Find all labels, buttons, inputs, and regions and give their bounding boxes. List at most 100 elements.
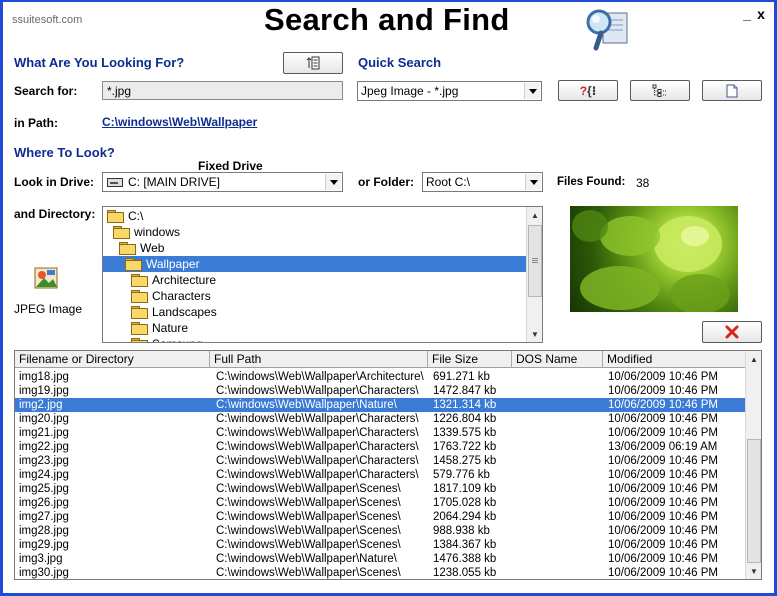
tree-item[interactable]: Architecture — [103, 272, 216, 288]
table-row[interactable]: img29.jpg C:\windows\Web\Wallpaper\Scenes… — [15, 538, 746, 552]
tree-item[interactable]: C:\ — [103, 208, 143, 224]
scroll-down-arrow[interactable]: ▼ — [746, 563, 761, 579]
table-row[interactable]: img30.jpg C:\windows\Web\Wallpaper\Scenes… — [15, 566, 746, 579]
tree-list-button[interactable] — [630, 80, 690, 101]
cell-file-size: 1763.722 kb — [433, 441, 497, 453]
tree-item[interactable]: Wallpaper — [103, 256, 526, 272]
chevron-down-icon — [524, 83, 540, 99]
cell-file-size: 1458.275 kb — [433, 455, 497, 467]
results-list[interactable]: Filename or Directory Full Path File Siz… — [14, 350, 762, 580]
table-row[interactable]: img22.jpg C:\windows\Web\Wallpaper\Charac… — [15, 440, 746, 454]
cell-filename: img25.jpg — [19, 483, 69, 495]
directory-tree[interactable]: C:\ windows Web Wallpaper Architecture Charac… — [102, 206, 543, 343]
cell-file-size: 1238.055 kb — [433, 567, 497, 579]
cell-modified: 10/06/2009 10:46 PM — [608, 399, 718, 411]
cell-full-path: C:\windows\Web\Wallpaper\Characters\ — [216, 385, 419, 397]
tree-item-label: C:\ — [128, 209, 144, 223]
table-row[interactable]: img18.jpg C:\windows\Web\Wallpaper\Archit… — [15, 370, 746, 384]
folder-icon — [113, 226, 130, 239]
folder-select[interactable]: Root C:\ — [422, 172, 543, 192]
table-row[interactable]: img20.jpg C:\windows\Web\Wallpaper\Charac… — [15, 412, 746, 426]
search-input[interactable]: *.jpg — [102, 81, 343, 100]
scroll-thumb[interactable] — [747, 439, 761, 563]
table-row[interactable]: img24.jpg C:\windows\Web\Wallpaper\Charac… — [15, 468, 746, 482]
cell-full-path: C:\windows\Web\Wallpaper\Nature\ — [216, 553, 397, 565]
cell-modified: 10/06/2009 10:46 PM — [608, 427, 718, 439]
scroll-up-arrow[interactable]: ▲ — [746, 351, 761, 367]
list-sort-button[interactable] — [283, 52, 343, 74]
column-header-full-path[interactable]: Full Path — [210, 351, 428, 368]
cell-modified: 10/06/2009 10:46 PM — [608, 483, 718, 495]
cell-modified: 10/06/2009 10:46 PM — [608, 371, 718, 383]
cell-full-path: C:\windows\Web\Wallpaper\Nature\ — [216, 399, 397, 411]
table-row[interactable]: img3.jpg C:\windows\Web\Wallpaper\Nature\… — [15, 552, 746, 566]
close-button[interactable]: x — [754, 7, 768, 22]
cell-filename: img29.jpg — [19, 539, 69, 551]
scroll-down-arrow[interactable]: ▼ — [527, 326, 542, 342]
cell-full-path: C:\windows\Web\Wallpaper\Scenes\ — [216, 511, 401, 523]
cell-full-path: C:\windows\Web\Wallpaper\Characters\ — [216, 469, 419, 481]
cell-filename: img19.jpg — [19, 385, 69, 397]
table-row[interactable]: img21.jpg C:\windows\Web\Wallpaper\Charac… — [15, 426, 746, 440]
cell-modified: 10/06/2009 10:46 PM — [608, 511, 718, 523]
path-link[interactable]: C:\windows\Web\Wallpaper — [102, 115, 257, 129]
jpeg-image-icon — [32, 264, 60, 292]
tree-list-icon — [652, 84, 667, 97]
tree-item[interactable]: Nature — [103, 320, 188, 336]
cell-file-size: 2064.294 kb — [433, 511, 497, 523]
cell-filename: img3.jpg — [19, 553, 63, 565]
scroll-thumb[interactable] — [528, 225, 542, 297]
cell-filename: img30.jpg — [19, 567, 69, 579]
chevron-down-icon — [525, 174, 541, 190]
fixed-drive-label: Fixed Drive — [198, 159, 263, 173]
new-page-button[interactable] — [702, 80, 762, 101]
tree-item-label: windows — [134, 225, 181, 239]
app-title: Search and Find — [264, 2, 510, 37]
column-header-filename[interactable]: Filename or Directory — [15, 351, 210, 368]
column-header-dos-name[interactable]: DOS Name — [512, 351, 603, 368]
magnifier-document-icon — [583, 4, 631, 52]
table-row[interactable]: img27.jpg C:\windows\Web\Wallpaper\Scenes… — [15, 510, 746, 524]
tree-item[interactable]: Landscapes — [103, 304, 217, 320]
delete-button[interactable] — [702, 321, 762, 343]
table-row[interactable]: img23.jpg C:\windows\Web\Wallpaper\Charac… — [15, 454, 746, 468]
tree-item[interactable]: Characters — [103, 288, 211, 304]
column-header-modified[interactable]: Modified — [603, 351, 746, 368]
cell-filename: img23.jpg — [19, 455, 69, 467]
folder-value: Root C:\ — [426, 175, 471, 189]
results-header: Filename or Directory Full Path File Siz… — [15, 351, 746, 368]
tree-item-label: Landscapes — [152, 305, 217, 319]
tree-scrollbar[interactable]: ▲ ▼ — [526, 207, 542, 342]
table-row[interactable]: img2.jpg C:\windows\Web\Wallpaper\Nature\… — [15, 398, 746, 412]
quick-search-value: Jpeg Image - *.jpg — [361, 84, 459, 98]
cell-full-path: C:\windows\Web\Wallpaper\Characters\ — [216, 441, 419, 453]
cell-modified: 10/06/2009 10:46 PM — [608, 413, 718, 425]
help-button[interactable]: ?{⁝ — [558, 80, 618, 101]
cell-full-path: C:\windows\Web\Wallpaper\Characters\ — [216, 455, 419, 467]
minimize-button[interactable]: _ — [740, 7, 754, 22]
cell-modified: 10/06/2009 10:46 PM — [608, 385, 718, 397]
folder-icon — [131, 338, 148, 342]
scroll-up-arrow[interactable]: ▲ — [527, 207, 542, 223]
column-header-file-size[interactable]: File Size — [428, 351, 512, 368]
drive-select[interactable]: C: [MAIN DRIVE] — [102, 172, 343, 192]
table-row[interactable]: img26.jpg C:\windows\Web\Wallpaper\Scenes… — [15, 496, 746, 510]
folder-icon — [131, 306, 148, 319]
quick-search-select[interactable]: Jpeg Image - *.jpg — [357, 81, 542, 101]
folder-icon — [131, 274, 148, 287]
tree-item[interactable]: windows — [103, 224, 180, 240]
table-row[interactable]: img19.jpg C:\windows\Web\Wallpaper\Charac… — [15, 384, 746, 398]
tree-item[interactable]: Web — [103, 240, 164, 256]
cell-filename: img22.jpg — [19, 441, 69, 453]
cell-filename: img2.jpg — [19, 399, 63, 411]
cell-modified: 10/06/2009 10:46 PM — [608, 539, 718, 551]
tree-item[interactable]: Samsung — [103, 336, 203, 342]
table-row[interactable]: img28.jpg C:\windows\Web\Wallpaper\Scenes… — [15, 524, 746, 538]
file-type-label: JPEG Image — [14, 302, 83, 316]
folder-icon — [125, 258, 142, 271]
table-row[interactable]: img25.jpg C:\windows\Web\Wallpaper\Scenes… — [15, 482, 746, 496]
brand-label: ssuitesoft.com — [12, 14, 83, 26]
cell-file-size: 1705.028 kb — [433, 497, 497, 509]
results-scrollbar[interactable]: ▲ ▼ — [745, 351, 761, 579]
cell-modified: 10/06/2009 10:46 PM — [608, 455, 718, 467]
